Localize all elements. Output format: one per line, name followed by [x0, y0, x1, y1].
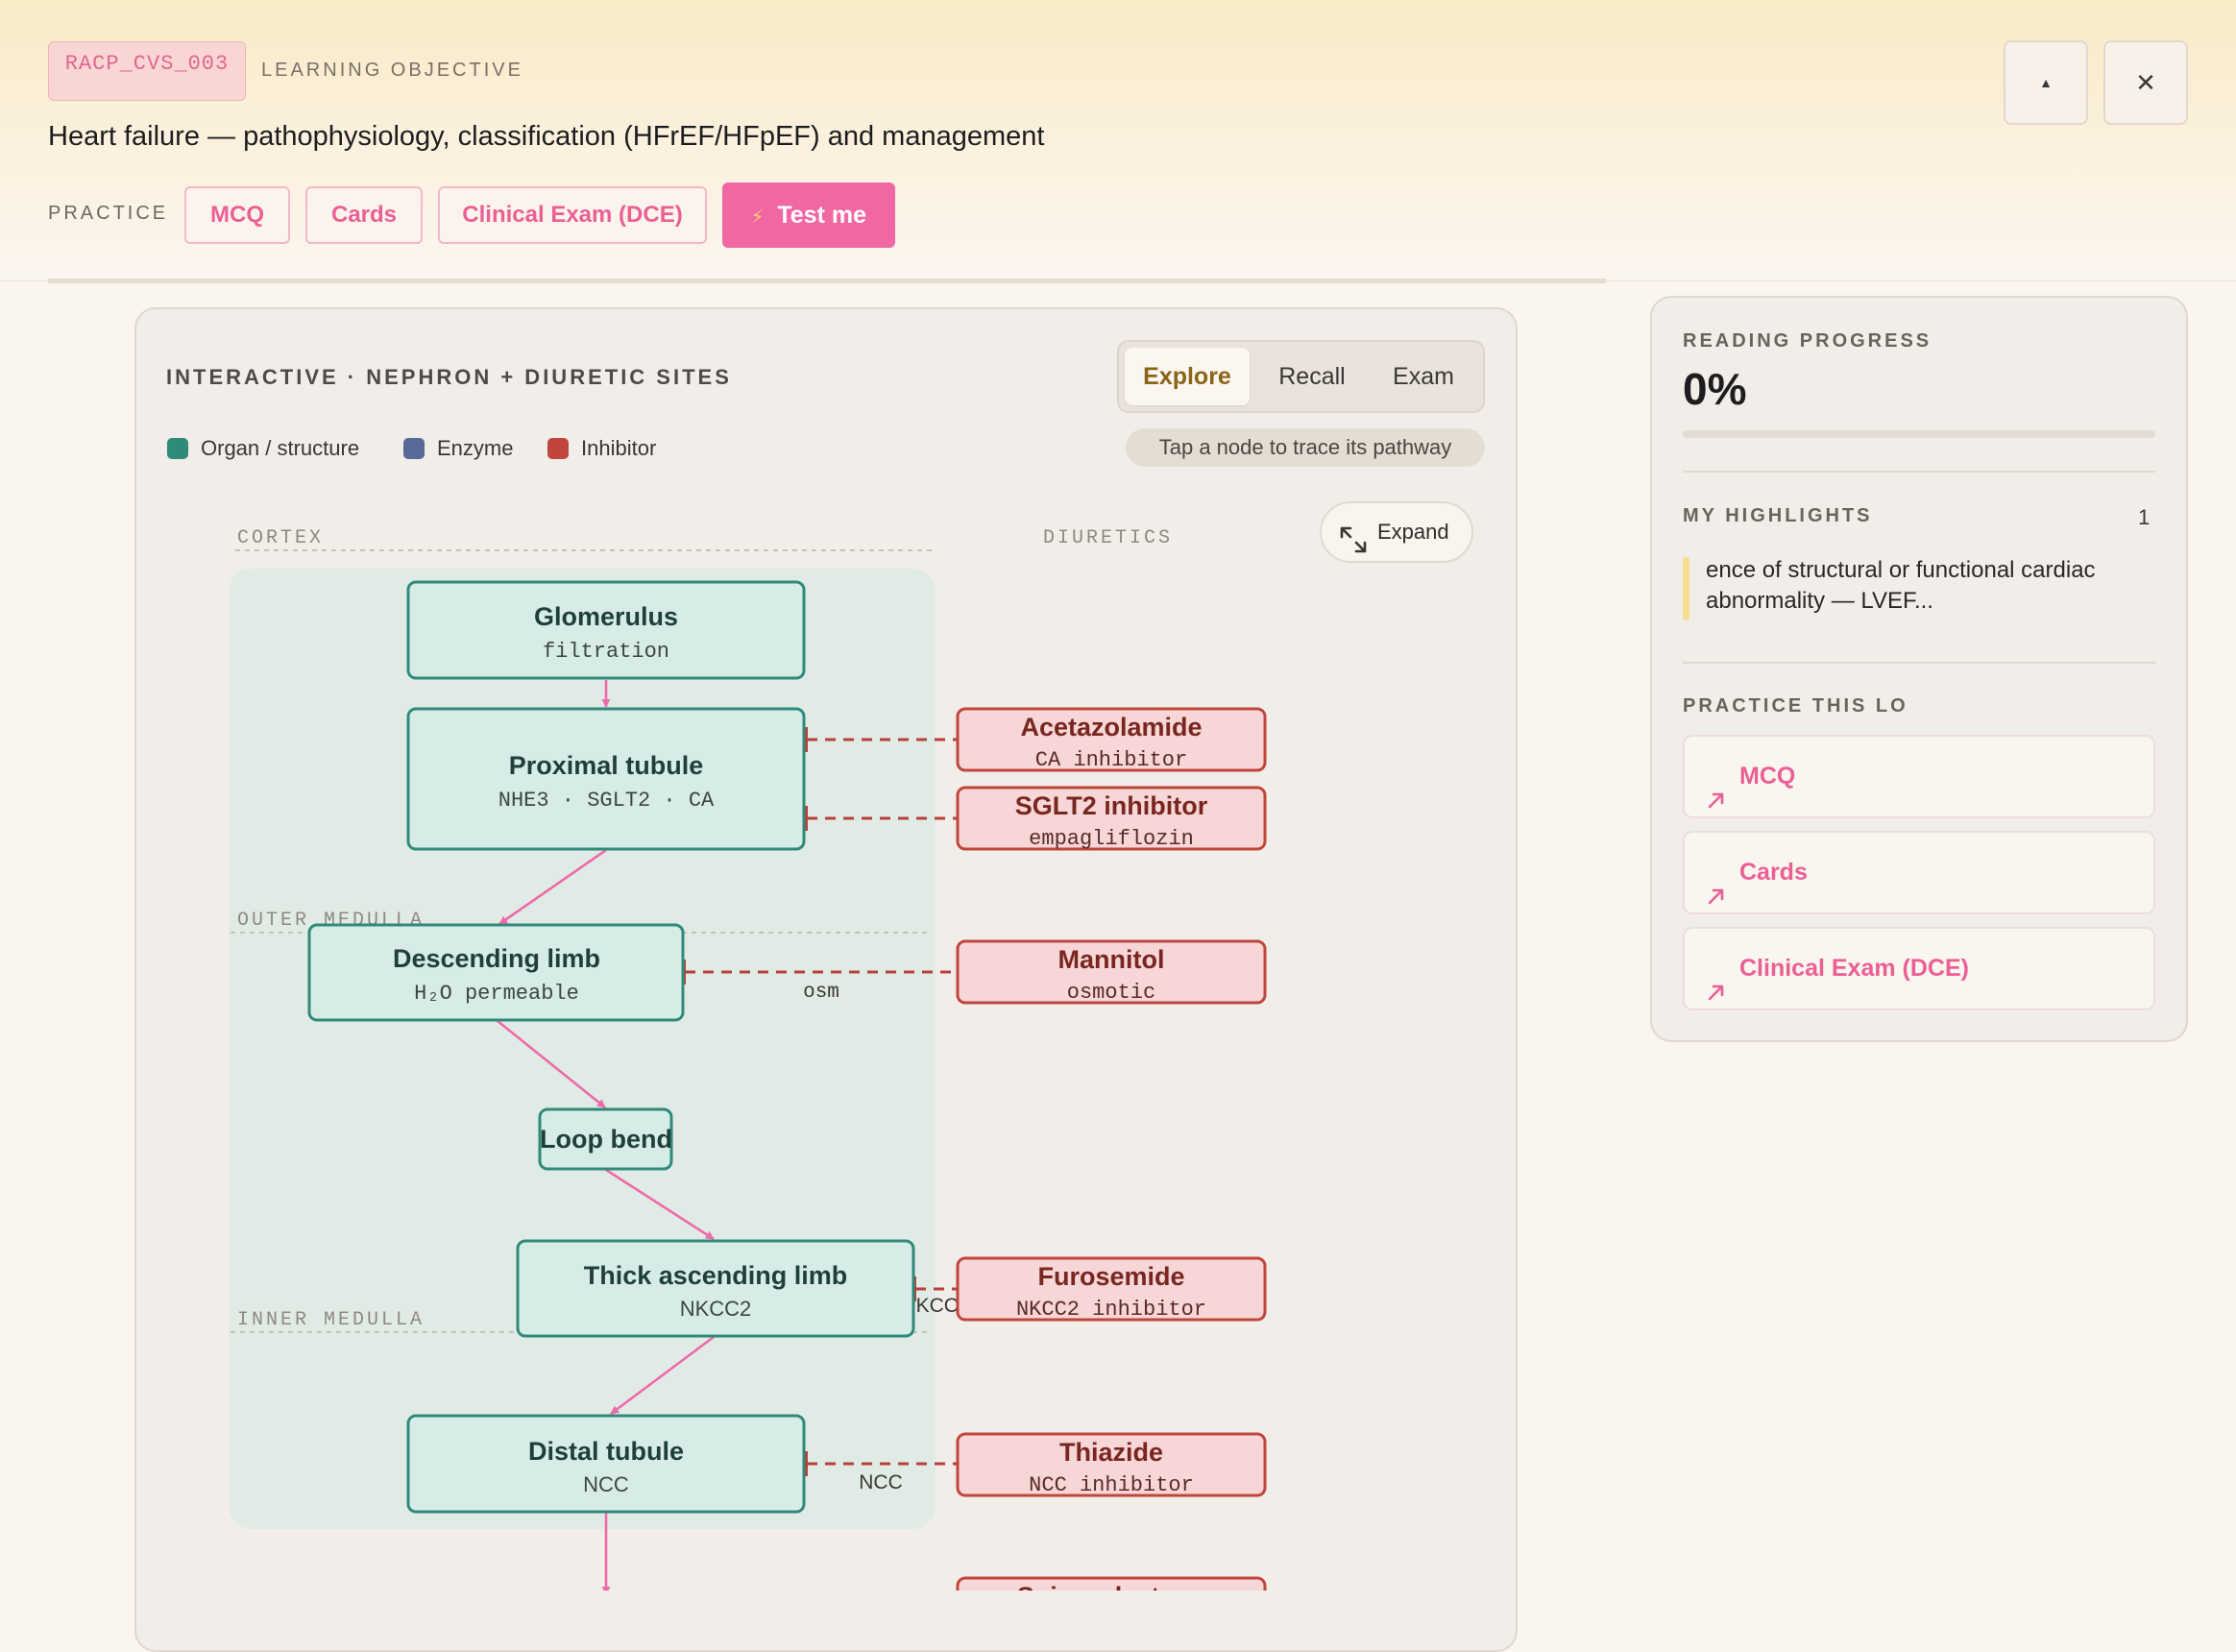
drug-spironolactone-name: Spironolactone — [1017, 1582, 1206, 1591]
sidebar-divider — [1683, 471, 2155, 473]
drug-furosemide-name: Furosemide — [1037, 1262, 1184, 1291]
practice-link-cards[interactable]: Cards — [1683, 831, 2155, 914]
node-descending-name: Descending limb — [393, 944, 600, 973]
node-proximal-sub: NHE3 · SGLT2 · CA — [498, 789, 715, 813]
highlight-marker — [1683, 557, 1689, 620]
practice-link-mcq-label: MCQ — [1739, 763, 1796, 790]
highlight-item[interactable]: ence of structural or functional cardiac… — [1706, 555, 2128, 617]
node-distal-sub: NCC — [583, 1472, 629, 1496]
zone-diuretics-label: DIURETICS — [1043, 527, 1173, 549]
node-thick-name: Thick ascending limb — [584, 1261, 848, 1290]
reading-progress-value: 0% — [1683, 364, 1747, 414]
drug-thiazide-name: Thiazide — [1059, 1438, 1163, 1467]
node-distal-tubule[interactable]: Distal tubule NCC — [406, 1414, 806, 1514]
node-descending-sub: H₂O permeable — [414, 982, 579, 1006]
node-glomerulus-sub: filtration — [543, 640, 669, 664]
drug-sglt2-name: SGLT2 inhibitor — [1015, 791, 1208, 820]
drug-mannitol-sub: osmotic — [1067, 981, 1155, 1005]
drug-mannitol[interactable]: Mannitol osmotic — [956, 939, 1267, 1005]
node-loop-bend[interactable]: Loop bend — [538, 1107, 673, 1171]
practice-lo-label: PRACTICE THIS LO — [1683, 695, 1908, 717]
sidebar-divider — [1683, 662, 2155, 664]
drug-thiazide[interactable]: Thiazide NCC inhibitor — [956, 1432, 1267, 1497]
drug-furosemide-sub: NKCC2 inhibitor — [1016, 1298, 1206, 1322]
node-descending-limb[interactable]: Descending limb H₂O permeable — [307, 923, 685, 1022]
drug-furosemide[interactable]: Furosemide NKCC2 inhibitor — [956, 1256, 1267, 1322]
arrow-up-right-icon — [1706, 956, 1727, 1035]
drug-sglt2-inhibitor[interactable]: SGLT2 inhibitor empagliflozin — [956, 786, 1267, 851]
zone-cortex-label: CORTEX — [237, 527, 324, 549]
highlights-count: 1 — [2138, 505, 2151, 529]
drug-mannitol-name: Mannitol — [1058, 945, 1165, 974]
drug-spironolactone[interactable]: Spironolactone — [956, 1576, 1267, 1591]
node-proximal-tubule[interactable]: Proximal tubule NHE3 · SGLT2 · CA — [406, 707, 806, 851]
edge-label-osm: osm — [803, 982, 839, 1004]
zone-inner-medulla-label: INNER MEDULLA — [237, 1309, 425, 1331]
node-glomerulus[interactable]: Glomerulus filtration — [406, 580, 806, 680]
node-loop-name: Loop bend — [540, 1125, 672, 1154]
node-proximal-name: Proximal tubule — [509, 751, 704, 780]
drug-acetazolamide[interactable]: Acetazolamide CA inhibitor — [956, 707, 1267, 772]
node-distal-name: Distal tubule — [528, 1437, 684, 1466]
drug-acetazolamide-sub: CA inhibitor — [1035, 748, 1187, 772]
node-thick-ascending-limb[interactable]: Thick ascending limb NKCC2 — [516, 1239, 915, 1338]
highlights-label: MY HIGHLIGHTS — [1683, 505, 1873, 526]
node-glomerulus-name: Glomerulus — [534, 602, 678, 631]
edge-label-ncc: NCC — [859, 1471, 903, 1494]
drug-acetazolamide-name: Acetazolamide — [1020, 713, 1202, 741]
reading-progress-label: READING PROGRESS — [1683, 330, 1932, 352]
drug-thiazide-sub: NCC inhibitor — [1029, 1473, 1194, 1497]
practice-link-dce-label: Clinical Exam (DCE) — [1739, 955, 1969, 982]
practice-link-dce[interactable]: Clinical Exam (DCE) — [1683, 927, 2155, 1010]
practice-link-cards-label: Cards — [1739, 859, 1808, 886]
practice-link-mcq[interactable]: MCQ — [1683, 735, 2155, 818]
node-thick-sub: NKCC2 — [680, 1297, 752, 1321]
drug-sglt2-sub: empagliflozin — [1029, 827, 1194, 851]
reading-progress-bar — [1683, 430, 2155, 438]
